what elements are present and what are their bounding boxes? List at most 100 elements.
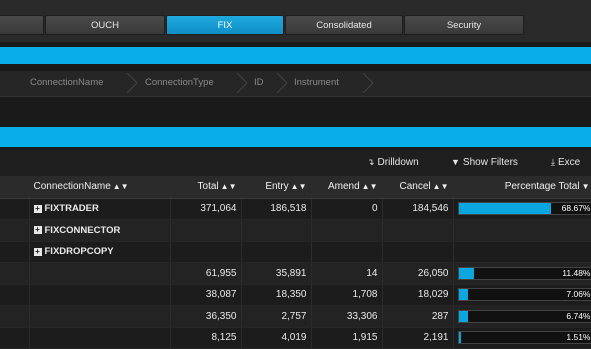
column-header-amend[interactable]: Amend▲▼	[311, 176, 382, 198]
table-row[interactable]: +FIXCONNECTOR	[0, 220, 591, 242]
entry-cell: 186,518	[241, 198, 311, 220]
table-row[interactable]: +FIXDROPCOPY	[0, 241, 591, 263]
percentage-label: 7.06%	[566, 289, 590, 300]
percentage-bar-fill	[459, 311, 468, 322]
row-expander-cell	[0, 263, 29, 285]
column-header-connectionname[interactable]: ConnectionName▲▼	[29, 176, 170, 198]
drilldown-icon: ↴	[367, 157, 375, 168]
percentage-label: 6.74%	[566, 311, 590, 322]
group-label: FIXDROPCOPY	[45, 246, 114, 257]
percentage-total-cell: 6.74%	[453, 306, 591, 328]
amend-cell	[311, 220, 382, 242]
amend-cell: 33,306	[311, 306, 382, 328]
connection-name-cell	[29, 263, 170, 285]
percentage-bar: 6.74%	[458, 310, 591, 323]
breadcrumb-item-instrument[interactable]: Instrument	[294, 74, 339, 92]
connection-name-cell[interactable]: +FIXTRADER	[29, 198, 170, 220]
sort-desc-icon: ▼	[582, 182, 590, 191]
percentage-total-cell: 7.06%	[453, 284, 591, 306]
entry-cell: 35,891	[241, 263, 311, 285]
amend-cell	[311, 241, 382, 263]
chevron-right-icon	[276, 73, 288, 93]
connection-name-cell	[29, 284, 170, 306]
sort-icon: ▲▼	[362, 182, 378, 191]
cancel-cell: 26,050	[382, 263, 453, 285]
breadcrumb-item-connectionname[interactable]: ConnectionName	[30, 74, 103, 92]
column-header-total[interactable]: Total▲▼	[170, 176, 241, 198]
row-expander-cell	[0, 198, 29, 220]
entry-cell	[241, 220, 311, 242]
grid-toolbar: ↴Drilldown ▼Show Filters ⤓Exce	[0, 150, 591, 176]
expand-plus-icon[interactable]: +	[34, 205, 42, 213]
cancel-cell: 287	[382, 306, 453, 328]
percentage-bar: 11.48%	[458, 267, 591, 280]
sort-icon: ▲▼	[291, 182, 307, 191]
table-row[interactable]: 61,95535,8911426,05011.48%	[0, 263, 591, 285]
breadcrumb: ConnectionName ConnectionType ID Instrum…	[0, 71, 591, 97]
connection-name-cell[interactable]: +FIXDROPCOPY	[29, 241, 170, 263]
expander-header	[0, 176, 29, 198]
tab-previous[interactable]	[0, 15, 44, 35]
percentage-label: 1.51%	[566, 332, 590, 343]
filter-icon: ▼	[451, 157, 460, 167]
chevron-right-icon	[236, 73, 248, 93]
chevron-right-icon	[126, 73, 138, 93]
column-header-entry[interactable]: Entry▲▼	[241, 176, 311, 198]
header-row: ConnectionName▲▼ Total▲▼ Entry▲▼ Amend▲▼…	[0, 176, 591, 198]
percentage-bar: 7.06%	[458, 288, 591, 301]
percentage-label: 68.67%	[562, 203, 591, 214]
entry-cell: 4,019	[241, 327, 311, 349]
table-row[interactable]: 36,3502,75733,306287 6.74%	[0, 306, 591, 328]
amend-cell: 0	[311, 198, 382, 220]
total-cell: 38,087	[170, 284, 241, 306]
drilldown-button[interactable]: ↴Drilldown	[367, 157, 419, 168]
header-band	[0, 47, 591, 64]
tab-ouch[interactable]: OUCH	[45, 15, 165, 35]
percentage-bar-fill	[459, 332, 461, 343]
entry-cell: 18,350	[241, 284, 311, 306]
table-row[interactable]: +FIXTRADER371,064186,5180184,54668.67%	[0, 198, 591, 220]
expand-plus-icon[interactable]: +	[34, 248, 42, 256]
data-grid: ConnectionName▲▼ Total▲▼ Entry▲▼ Amend▲▼…	[0, 176, 591, 349]
expand-plus-icon[interactable]: +	[34, 226, 42, 234]
grid-header-band	[0, 127, 591, 147]
total-cell	[170, 241, 241, 263]
row-expander-cell	[0, 284, 29, 306]
percentage-bar-fill	[459, 203, 552, 214]
table-row[interactable]: 38,08718,3501,70818,0297.06%	[0, 284, 591, 306]
connection-name-cell	[29, 327, 170, 349]
percentage-total-cell	[453, 220, 591, 242]
total-cell	[170, 220, 241, 242]
tab-strip: OUCH FIX Consolidated Security	[0, 0, 591, 42]
connection-name-cell[interactable]: +FIXCONNECTOR	[29, 220, 170, 242]
group-label: FIXTRADER	[45, 203, 99, 214]
show-filters-button[interactable]: ▼Show Filters	[451, 157, 518, 168]
entry-cell: 2,757	[241, 306, 311, 328]
group-label: FIXCONNECTOR	[45, 225, 121, 236]
total-cell: 371,064	[170, 198, 241, 220]
breadcrumb-item-connectiontype[interactable]: ConnectionType	[145, 74, 214, 92]
entry-cell	[241, 241, 311, 263]
row-expander-cell	[0, 241, 29, 263]
tab-fix[interactable]: FIX	[166, 15, 284, 35]
column-header-percentage-total[interactable]: Percentage Total▼	[453, 176, 591, 198]
cancel-cell	[382, 241, 453, 263]
cancel-cell: 184,546	[382, 198, 453, 220]
tab-security[interactable]: Security	[404, 15, 524, 35]
percentage-bar: 68.67%	[458, 202, 591, 215]
column-header-cancel[interactable]: Cancel▲▼	[382, 176, 453, 198]
amend-cell: 1,708	[311, 284, 382, 306]
amend-cell: 14	[311, 263, 382, 285]
amend-cell: 1,915	[311, 327, 382, 349]
sort-icon: ▲▼	[113, 182, 129, 191]
row-expander-cell	[0, 327, 29, 349]
breadcrumb-item-id[interactable]: ID	[254, 74, 264, 92]
table-row[interactable]: 8,1254,0191,9152,1911.51%	[0, 327, 591, 349]
export-excel-button[interactable]: ⤓Exce	[551, 157, 580, 168]
percentage-bar: 1.51%	[458, 331, 591, 344]
percentage-label: 11.48%	[562, 268, 590, 279]
cancel-cell: 2,191	[382, 327, 453, 349]
percentage-total-cell: 1.51%	[453, 327, 591, 349]
tab-consolidated[interactable]: Consolidated	[285, 15, 403, 35]
total-cell: 36,350	[170, 306, 241, 328]
